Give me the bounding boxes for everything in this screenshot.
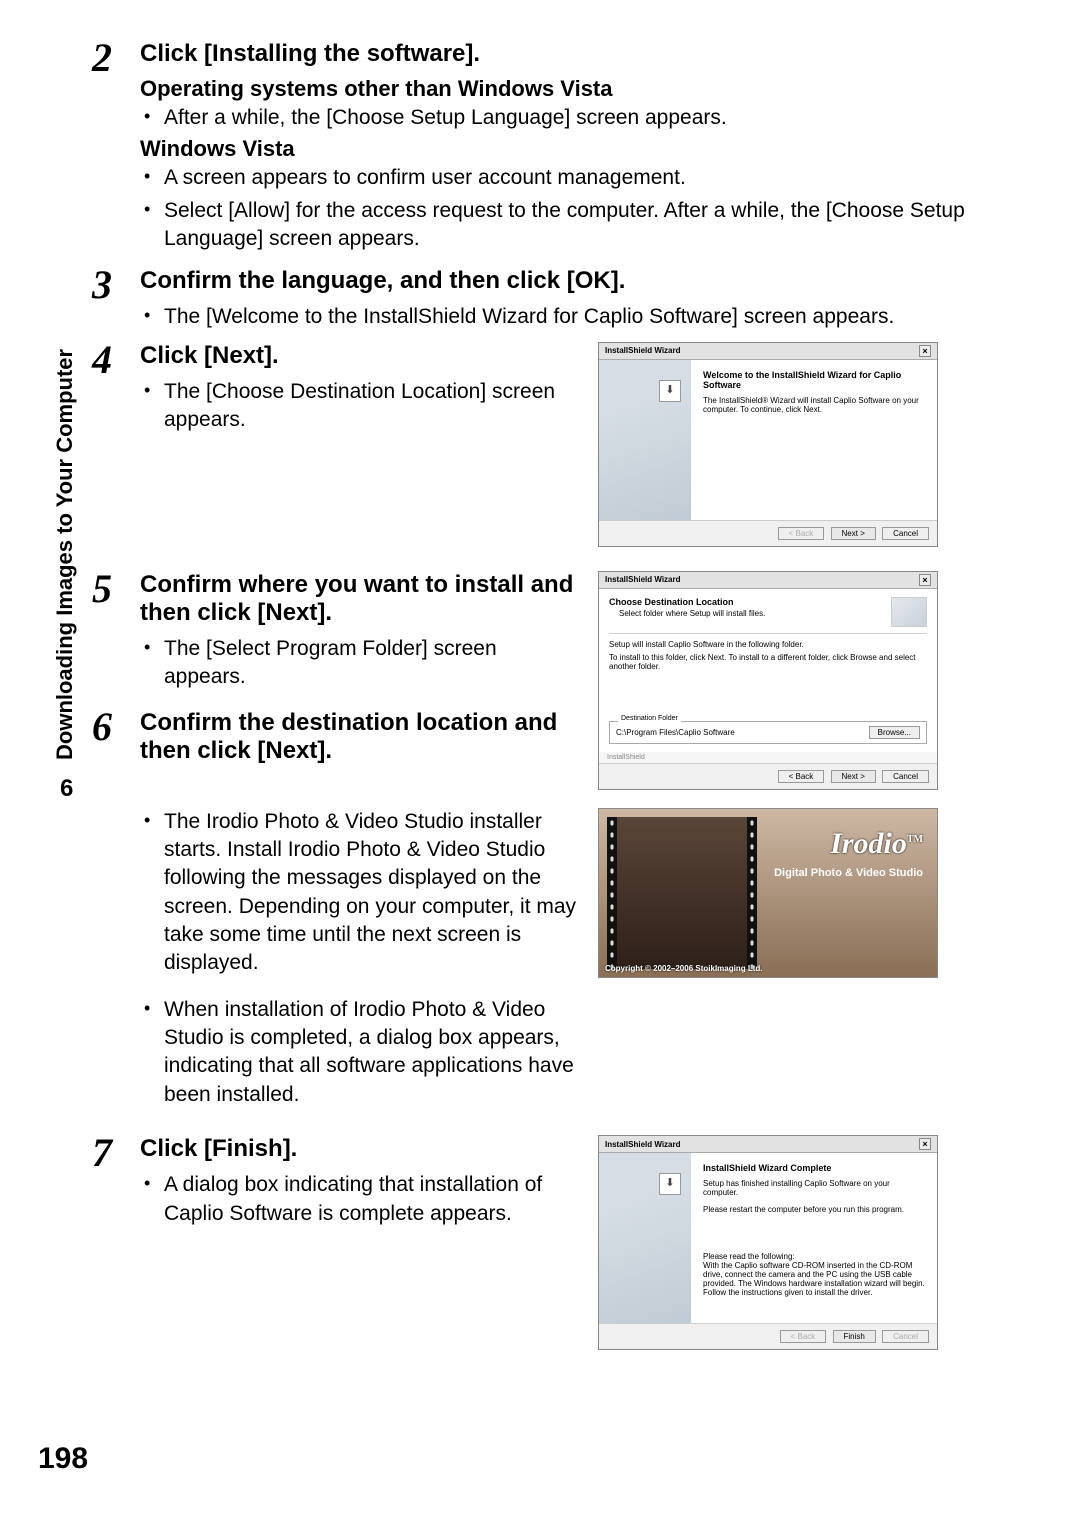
wizard-heading: Choose Destination Location xyxy=(609,597,765,607)
chapter-number: 6 xyxy=(60,775,73,803)
section-sidebar-title: Downloading Images to Your Computer xyxy=(52,240,80,760)
bullet: After a while, the [Choose Setup Languag… xyxy=(164,104,1050,132)
cancel-button[interactable]: Cancel xyxy=(882,770,929,783)
wizard-destination: InstallShield Wizard × Choose Destinatio… xyxy=(598,571,938,790)
installshield-label: InstallShield xyxy=(599,752,937,763)
subheading-non-vista: Operating systems other than Windows Vis… xyxy=(140,76,1050,102)
bullet: The [Welcome to the InstallShield Wizard… xyxy=(164,303,1050,331)
back-button[interactable]: < Back xyxy=(778,527,825,540)
step-number: 4 xyxy=(92,336,112,383)
step-2: 2 Click [Installing the software]. Opera… xyxy=(140,40,1050,253)
next-button[interactable]: Next > xyxy=(831,527,876,540)
step-5: 5 Confirm where you want to install and … xyxy=(140,571,580,692)
destination-path: C:\Program Files\Caplio Software xyxy=(616,728,735,737)
window-title: InstallShield Wizard xyxy=(605,1140,681,1149)
wizard-text: To install to this folder, click Next. T… xyxy=(609,653,927,671)
close-icon[interactable]: × xyxy=(919,345,931,357)
irodio-splash: IrodioTM Digital Photo & Video Studio Co… xyxy=(598,808,938,978)
step-title: Confirm the destination location and the… xyxy=(140,709,580,765)
wizard-heading: InstallShield Wizard Complete xyxy=(703,1163,925,1173)
page-number: 198 xyxy=(38,1442,88,1476)
next-button[interactable]: Next > xyxy=(831,770,876,783)
step-title: Confirm where you want to install and th… xyxy=(140,571,580,627)
cancel-button[interactable]: Cancel xyxy=(882,527,929,540)
step-title: Click [Next]. xyxy=(140,342,580,370)
bullet: A screen appears to confirm user account… xyxy=(164,164,1050,192)
window-title: InstallShield Wizard xyxy=(605,346,681,355)
step-number: 3 xyxy=(92,261,112,308)
step-number: 6 xyxy=(92,703,112,750)
bullet: When installation of Irodio Photo & Vide… xyxy=(164,996,580,1109)
window-title: InstallShield Wizard xyxy=(605,575,681,584)
wizard-body-text: The InstallShield® Wizard will install C… xyxy=(703,396,925,414)
close-icon[interactable]: × xyxy=(919,574,931,586)
bullet: A dialog box indicating that installatio… xyxy=(164,1171,580,1228)
step-4: 4 Click [Next]. The [Choose Destination … xyxy=(140,342,580,435)
wizard-complete: InstallShield Wizard × InstallShield Wiz… xyxy=(598,1135,938,1350)
back-button[interactable]: < Back xyxy=(780,1330,827,1343)
step-title: Click [Finish]. xyxy=(140,1135,580,1163)
wizard-corner-graphic xyxy=(891,597,927,627)
film-strip-graphic xyxy=(607,817,757,969)
cancel-button[interactable]: Cancel xyxy=(882,1330,929,1343)
wizard-text: Setup will install Caplio Software in th… xyxy=(609,640,927,649)
wizard-note-heading: Please read the following: xyxy=(703,1252,925,1261)
wizard-side-graphic xyxy=(599,1153,691,1323)
wizard-subheading: Select folder where Setup will install f… xyxy=(619,609,765,618)
step-title: Confirm the language, and then click [OK… xyxy=(140,267,1050,295)
wizard-welcome: InstallShield Wizard × Welcome to the In… xyxy=(598,342,938,547)
wizard-text: Setup has finished installing Caplio Sof… xyxy=(703,1179,925,1197)
back-button[interactable]: < Back xyxy=(778,770,825,783)
bullet: The Irodio Photo & Video Studio installe… xyxy=(164,808,580,978)
splash-brand: IrodioTM xyxy=(830,827,923,861)
step-number: 7 xyxy=(92,1129,112,1176)
step-7: 7 Click [Finish]. A dialog box indicatin… xyxy=(140,1135,580,1228)
step-number: 5 xyxy=(92,565,112,612)
subheading-vista: Windows Vista xyxy=(140,136,1050,162)
step-number: 2 xyxy=(92,34,112,81)
wizard-side-graphic xyxy=(599,360,691,520)
browse-button[interactable]: Browse... xyxy=(869,726,920,739)
splash-subtitle: Digital Photo & Video Studio xyxy=(774,867,923,879)
step-3: 3 Confirm the language, and then click [… xyxy=(140,267,1050,331)
splash-copyright: Copyright © 2002–2006 StoikImaging Ltd. xyxy=(605,964,763,973)
destination-folder-label: Destination Folder xyxy=(618,715,681,722)
finish-button[interactable]: Finish xyxy=(833,1330,876,1343)
wizard-text: Please restart the computer before you r… xyxy=(703,1205,925,1214)
close-icon[interactable]: × xyxy=(919,1138,931,1150)
step-6: 6 Confirm the destination location and t… xyxy=(140,709,580,765)
step-title: Click [Installing the software]. xyxy=(140,40,1050,68)
bullet: The [Select Program Folder] screen appea… xyxy=(164,635,580,692)
wizard-heading: Welcome to the InstallShield Wizard for … xyxy=(703,370,925,390)
wizard-note-body: With the Caplio software CD-ROM inserted… xyxy=(703,1261,925,1297)
bullet: Select [Allow] for the access request to… xyxy=(164,197,1050,254)
bullet: The [Choose Destination Location] screen… xyxy=(164,378,580,435)
